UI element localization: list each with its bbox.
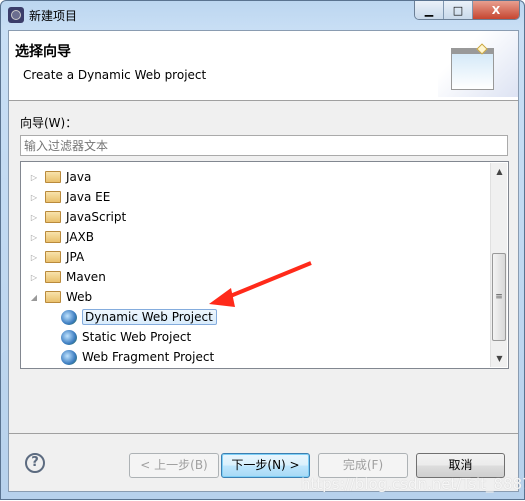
tree-item-folder[interactable]: ▷ JavaScript bbox=[29, 207, 126, 227]
tree-item-folder[interactable]: ▷ JPA bbox=[29, 247, 84, 267]
folder-icon bbox=[45, 171, 61, 183]
folder-icon bbox=[45, 251, 61, 263]
tree-item-label: JAXB bbox=[66, 230, 94, 244]
page-description: Create a Dynamic Web project bbox=[23, 68, 207, 82]
tree-item-folder[interactable]: ▷ Maven bbox=[29, 267, 106, 287]
collapsed-arrow-icon[interactable]: ▷ bbox=[29, 193, 39, 202]
tree-item-label: Java bbox=[66, 170, 92, 184]
tree-item-label: Dynamic Web Project bbox=[82, 309, 217, 325]
tree-item-label: Maven bbox=[66, 270, 106, 284]
tree-item-folder[interactable]: ▷ JAXB bbox=[29, 227, 94, 247]
scrollbar-thumb[interactable]: ≡ bbox=[492, 253, 506, 341]
vertical-scrollbar[interactable]: ▲ ≡ ▼ bbox=[490, 163, 507, 367]
tree-item-folder[interactable]: ◢ Web bbox=[29, 287, 92, 307]
collapsed-arrow-icon[interactable]: ▷ bbox=[29, 173, 39, 182]
tree-item-label: JPA bbox=[66, 250, 85, 264]
tree-item-label: Static Web Project bbox=[82, 330, 192, 344]
dialog-client: 选择向导 Create a Dynamic Web project 向导(W)：… bbox=[8, 30, 519, 492]
app-icon bbox=[8, 7, 24, 23]
tree-item-label: Java EE bbox=[66, 190, 111, 204]
scroll-down-icon[interactable]: ▼ bbox=[491, 350, 508, 367]
watermark: https://blog.csdn.net/Tsit_8887 bbox=[301, 475, 525, 493]
collapsed-arrow-icon[interactable]: ▷ bbox=[29, 213, 39, 222]
maximize-button[interactable]: □ bbox=[444, 1, 473, 19]
tree-item-project[interactable]: Web Fragment Project bbox=[61, 347, 214, 367]
separator bbox=[9, 433, 518, 434]
folder-icon bbox=[45, 191, 61, 203]
folder-icon bbox=[45, 271, 61, 283]
web-project-icon bbox=[61, 349, 77, 365]
tree-item-label: JavaScript bbox=[66, 210, 127, 224]
tree-item-project[interactable]: Static Web Project bbox=[61, 327, 191, 347]
wizard-header: 选择向导 Create a Dynamic Web project bbox=[9, 31, 518, 101]
web-project-icon bbox=[61, 309, 77, 325]
tree-item-folder[interactable]: ▷ Java EE bbox=[29, 187, 110, 207]
collapsed-arrow-icon[interactable]: ▷ bbox=[29, 253, 39, 262]
page-title: 选择向导 bbox=[15, 44, 71, 60]
folder-icon bbox=[45, 211, 61, 223]
folder-icon bbox=[45, 231, 61, 243]
filter-label: 向导(W)： bbox=[20, 116, 78, 130]
tree-item-folder[interactable]: ▷ Java bbox=[29, 167, 91, 187]
minimize-button[interactable]: ▁ bbox=[415, 1, 444, 19]
web-project-icon bbox=[61, 329, 77, 345]
window-title: 新建项目 bbox=[29, 9, 78, 23]
tree-item-label: Web bbox=[66, 290, 93, 304]
help-button[interactable]: ? bbox=[25, 453, 45, 473]
expanded-arrow-icon[interactable]: ◢ bbox=[29, 293, 39, 302]
tree-item-project[interactable]: Dynamic Web Project bbox=[61, 307, 217, 327]
back-button[interactable]: < 上一步(B) bbox=[129, 453, 219, 478]
collapsed-arrow-icon[interactable]: ▷ bbox=[29, 233, 39, 242]
folder-icon bbox=[45, 291, 61, 303]
dialog-window: 新建项目 ▁ □ X 选择向导 Create a Dynamic Web pro… bbox=[0, 0, 525, 500]
filter-input[interactable] bbox=[20, 135, 508, 156]
next-button[interactable]: 下一步(N) > bbox=[221, 453, 310, 478]
scroll-up-icon[interactable]: ▲ bbox=[491, 163, 508, 180]
tree-item-label: Web Fragment Project bbox=[82, 350, 215, 364]
wizard-tree[interactable]: ▲ ≡ ▼ ▷ Java ▷ Java EE ▷ JavaScript ▷ JAXB ▷ JPA ▷… bbox=[20, 161, 509, 369]
collapsed-arrow-icon[interactable]: ▷ bbox=[29, 273, 39, 282]
wizard-banner-icon bbox=[438, 31, 518, 97]
close-button[interactable]: X bbox=[473, 1, 519, 19]
